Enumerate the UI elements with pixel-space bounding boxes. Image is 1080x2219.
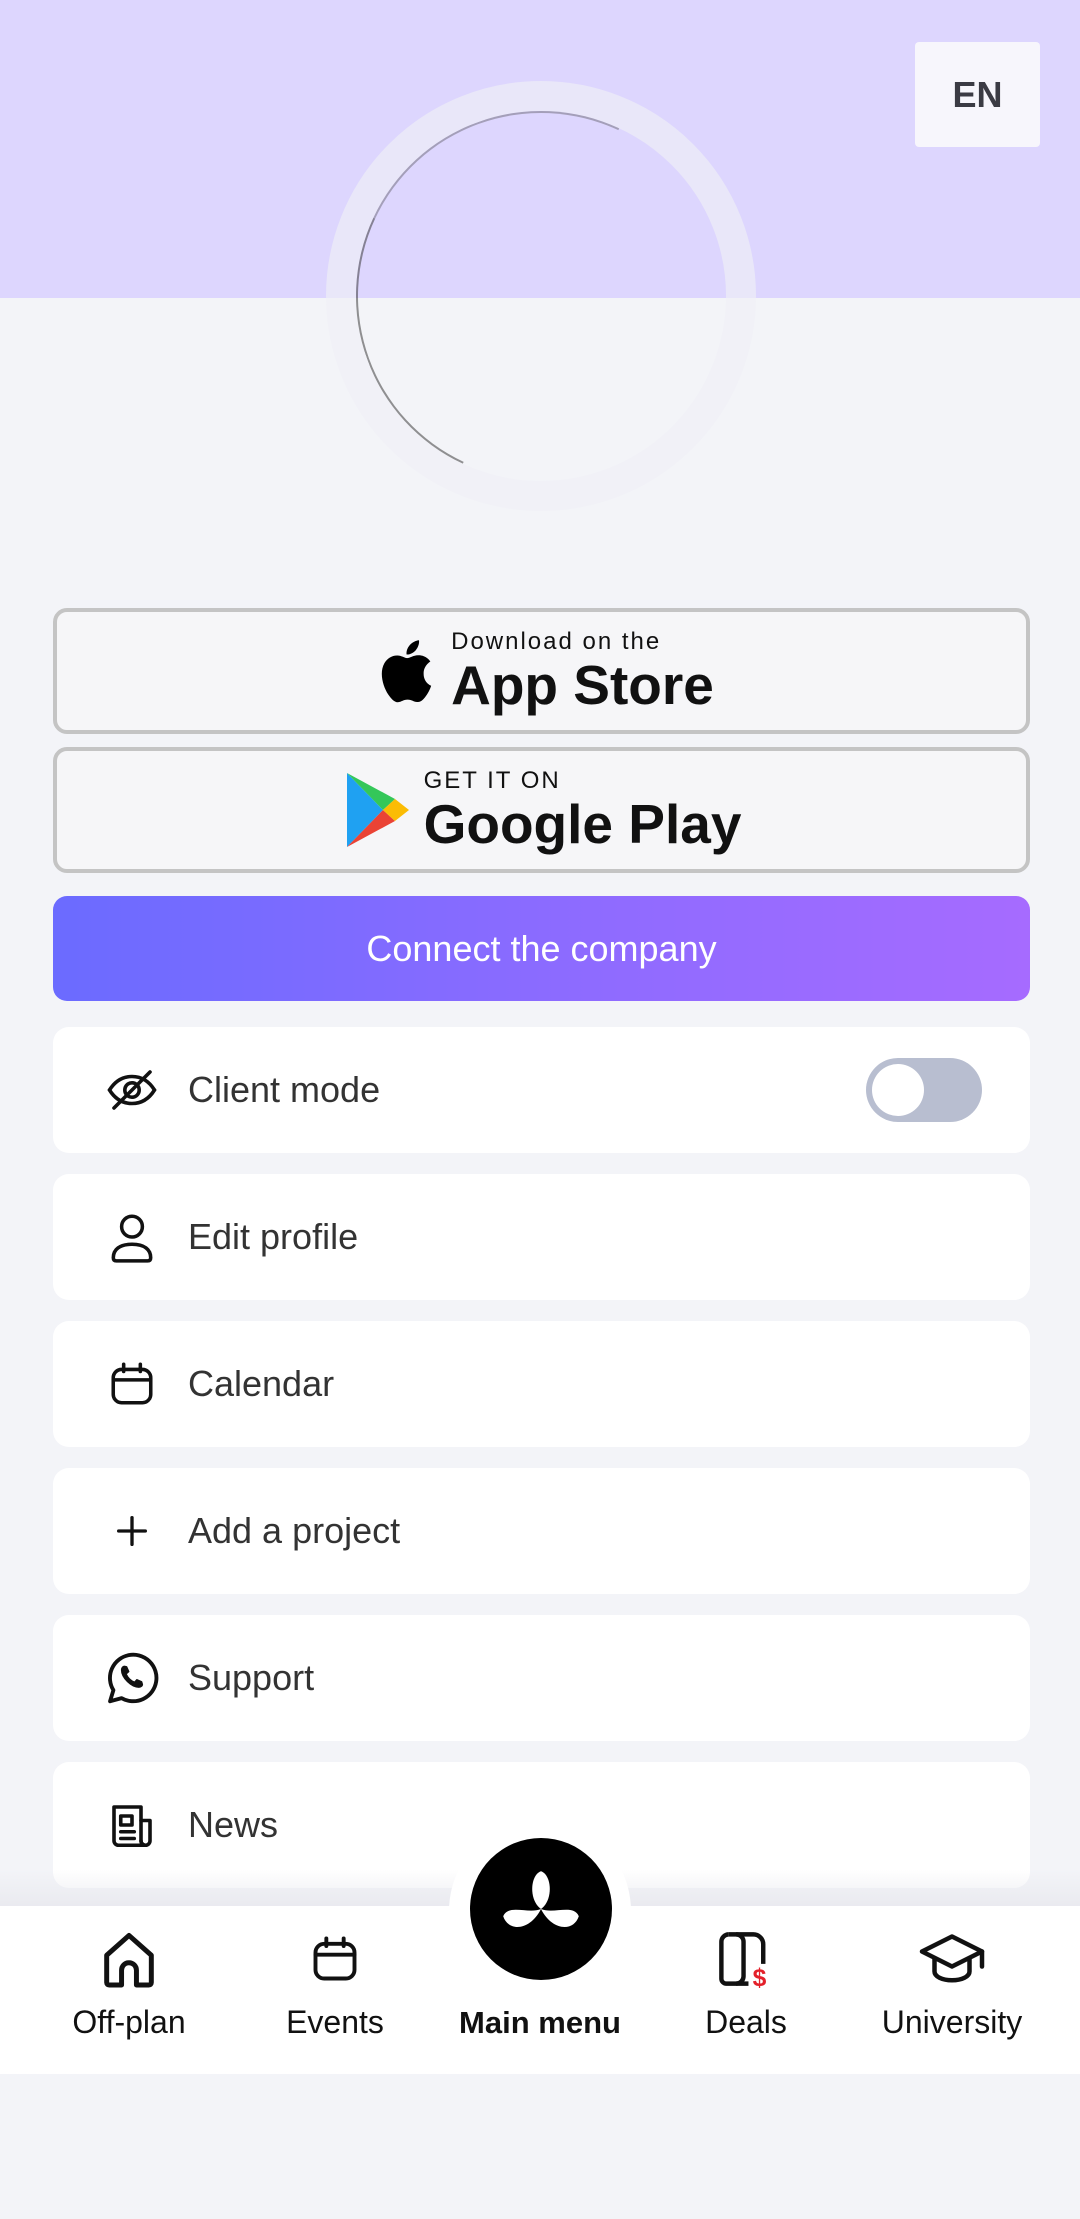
- nav-label: Events: [286, 2004, 384, 2040]
- google-play-big-text: Google Play: [423, 792, 742, 855]
- nav-item-events[interactable]: Events: [235, 1924, 435, 2064]
- menu-item-edit-profile[interactable]: Edit profile: [53, 1174, 1030, 1300]
- menu-item-calendar[interactable]: Calendar: [53, 1321, 1030, 1447]
- deals-document-icon: $: [711, 1924, 781, 1994]
- home-icon: [94, 1924, 164, 1994]
- app-store-small-text: Download on the: [451, 627, 662, 655]
- menu-item-label: Calendar: [188, 1363, 335, 1404]
- menu-item-support[interactable]: Support: [53, 1615, 1030, 1741]
- user-icon: [98, 1203, 166, 1271]
- calendar-icon: [98, 1350, 166, 1418]
- menu-item-label: Support: [188, 1657, 315, 1698]
- google-play-icon: [342, 770, 412, 850]
- whatsapp-icon: [98, 1644, 166, 1712]
- nav-label: Deals: [705, 2004, 787, 2040]
- propeller-logo-icon: [496, 1864, 586, 1954]
- menu-item-add-project[interactable]: Add a project: [53, 1468, 1030, 1594]
- nav-item-off-plan[interactable]: Off-plan: [29, 1924, 229, 2064]
- graduation-cap-icon: [917, 1924, 987, 1994]
- newspaper-icon: [98, 1791, 166, 1859]
- nav-label: University: [881, 2004, 1023, 2040]
- plus-icon: [98, 1497, 166, 1565]
- calendar-icon: [300, 1924, 370, 1994]
- svg-text:$: $: [753, 1965, 767, 1991]
- app-store-big-text: App Store: [451, 653, 714, 716]
- google-play-small-text: GET IT ON: [423, 766, 561, 794]
- app-store-button[interactable]: Download on the App Store: [53, 608, 1030, 734]
- menu-item-label: News: [188, 1804, 279, 1845]
- nav-item-deals[interactable]: $ Deals: [646, 1924, 846, 2064]
- eye-off-icon: [98, 1056, 166, 1124]
- apple-logo-icon: [369, 631, 439, 711]
- toggle-knob: [872, 1064, 924, 1116]
- menu-item-label: Client mode: [188, 1069, 381, 1110]
- main-menu-button[interactable]: [470, 1838, 612, 1980]
- google-play-button[interactable]: GET IT ON Google Play: [53, 747, 1030, 873]
- nav-label: Off-plan: [72, 2004, 186, 2040]
- menu-item-client-mode[interactable]: Client mode: [53, 1027, 1030, 1153]
- language-button[interactable]: EN: [915, 42, 1040, 147]
- main-menu-label: Main menu: [459, 2005, 621, 2040]
- nav-item-university[interactable]: University: [852, 1924, 1052, 2064]
- menu-item-label: Add a project: [188, 1510, 401, 1551]
- menu-item-label: Edit profile: [188, 1216, 359, 1257]
- connect-company-button[interactable]: Connect the company: [53, 896, 1030, 1001]
- client-mode-toggle[interactable]: [866, 1058, 982, 1122]
